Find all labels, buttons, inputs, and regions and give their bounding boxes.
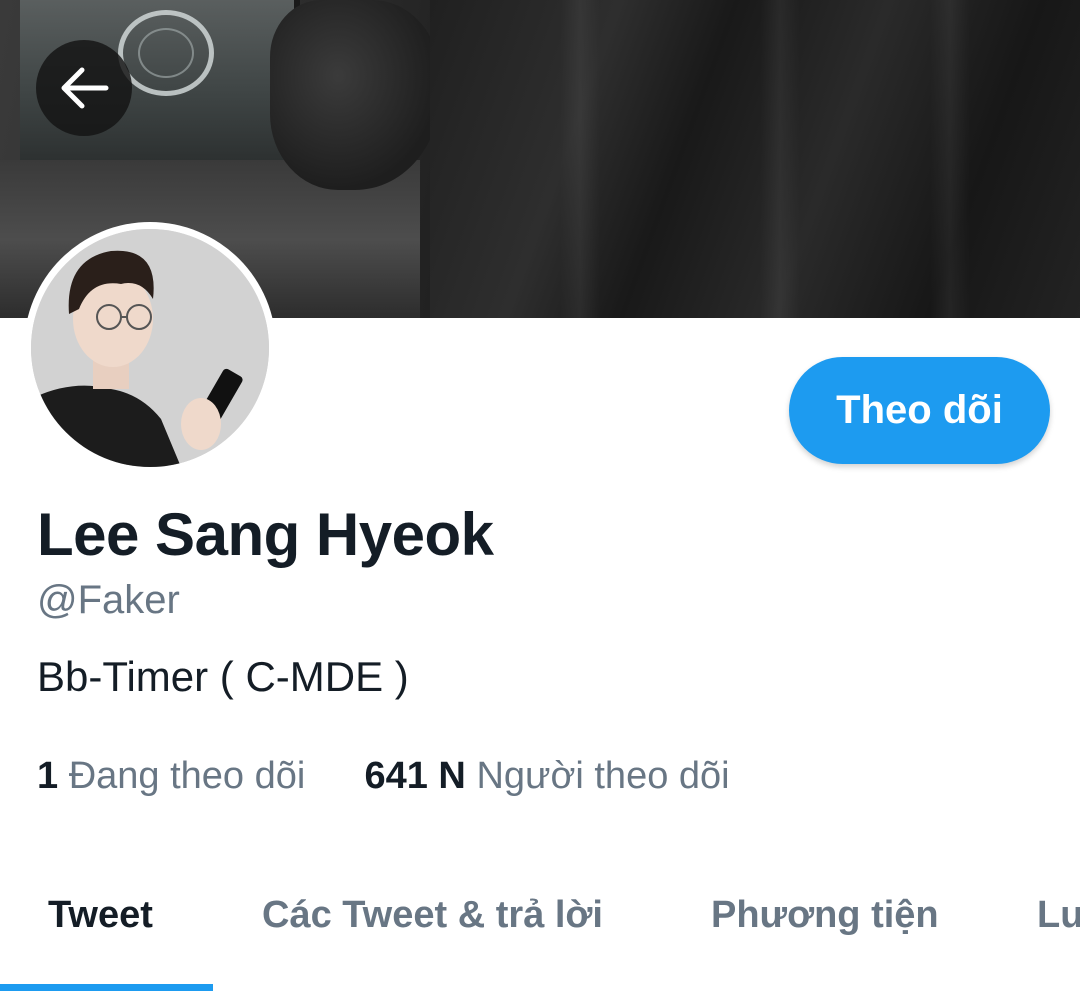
banner-fold [930,0,970,318]
follow-button[interactable]: Theo dõi [789,357,1050,464]
avatar-image [31,229,269,467]
following-stat[interactable]: 1 Đang theo dõi [37,755,316,797]
profile-name: Lee Sang Hyeok [37,501,494,568]
followers-label: Người theo dõi [476,755,730,797]
back-button[interactable] [36,40,132,136]
profile-tabs: Tweet Các Tweet & trả lời Phương tiện Lu [0,868,1080,997]
tab-tweets[interactable]: Tweet [48,894,153,937]
arrow-left-icon [61,67,109,109]
followers-count: 641 N [364,755,466,797]
banner-arm [270,0,440,190]
follow-button-label: Theo dõi [836,388,1003,432]
avatar-photo [31,229,269,467]
banner-fold [760,0,800,318]
banner-cloth [430,0,1080,318]
active-tab-indicator [0,984,213,991]
following-count: 1 [37,755,59,797]
profile-stats: 1 Đang theo dõi 641 N Người theo dõi [37,755,730,798]
profile-page: Theo dõi Lee Sang Hyeok @Faker Bb-Timer … [0,0,1080,997]
banner-ring-inner [138,28,194,78]
profile-handle: @Faker [37,578,180,622]
profile-bio: Bb-Timer ( C-MDE ) [37,653,409,700]
banner-fold [560,0,600,318]
avatar[interactable] [24,222,276,474]
tab-media[interactable]: Phương tiện [711,894,939,937]
tab-likes[interactable]: Lu [1037,894,1080,937]
following-label: Đang theo dõi [68,755,306,797]
followers-stat[interactable]: 641 N Người theo dõi [364,755,729,797]
tab-tweets-replies[interactable]: Các Tweet & trả lời [262,894,603,937]
